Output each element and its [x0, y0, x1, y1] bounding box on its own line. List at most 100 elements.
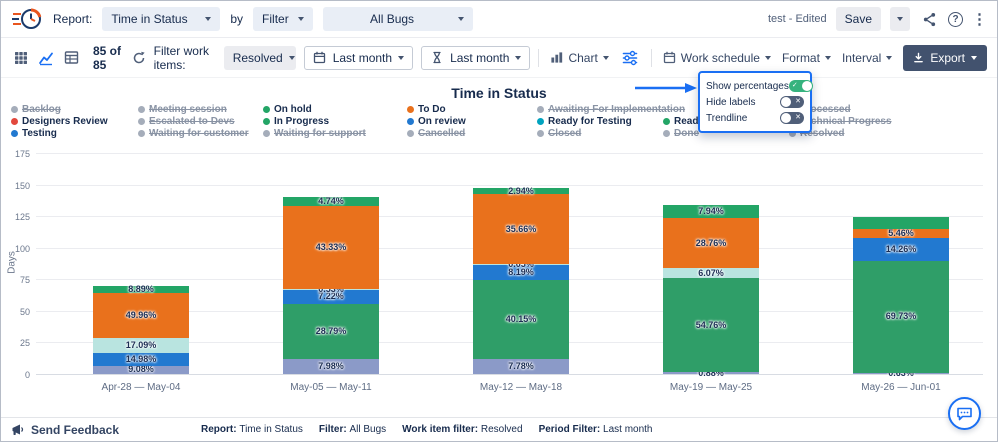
interval-label: Interval — [841, 50, 882, 65]
bar-segment-on_hold[interactable] — [853, 217, 949, 229]
toggle-on[interactable] — [788, 80, 813, 92]
bar-segment-in_progress[interactable]: 54.76% — [663, 278, 759, 373]
gridline — [36, 153, 983, 154]
legend-label: On hold — [274, 104, 312, 115]
period-select-timer[interactable]: Last month — [421, 45, 531, 70]
chat-widget-button[interactable] — [948, 397, 981, 430]
period-select-calendar[interactable]: Last month — [303, 45, 414, 70]
legend-dot — [263, 106, 270, 113]
bar-segment-testing[interactable]: 7.78% — [473, 358, 569, 374]
save-button[interactable]: Save — [835, 7, 881, 31]
export-button[interactable]: Export — [903, 44, 987, 71]
bar-segment-ready_for_testing[interactable]: 6.07% — [663, 267, 759, 279]
refresh-icon[interactable] — [132, 48, 146, 68]
saved-filter-select[interactable]: All Bugs — [323, 7, 474, 31]
legend-item[interactable]: Designers Review — [11, 116, 108, 127]
legend-item[interactable]: Ready for Testing — [537, 116, 632, 127]
chart-view-icon[interactable] — [36, 48, 56, 68]
legend-item[interactable]: On review — [407, 116, 466, 127]
legend-item[interactable]: Cancelled — [407, 128, 465, 139]
settings-menu-item[interactable]: Trendline — [706, 110, 804, 126]
bar-segment-testing[interactable]: 0.63% — [853, 368, 949, 377]
bar-segment-on_hold[interactable]: 7.94% — [663, 204, 759, 219]
save-options-button[interactable] — [890, 7, 910, 31]
legend-dot — [11, 130, 18, 137]
help-icon[interactable]: ? — [948, 11, 963, 27]
bar-segment-in_progress[interactable]: 69.73% — [853, 260, 949, 373]
legend-item[interactable]: Escalated to Devs — [138, 116, 235, 127]
settings-menu-item[interactable]: Show percentages — [706, 78, 813, 94]
bar-segment-testing[interactable]: 9.08% — [93, 365, 189, 374]
report-type-select[interactable]: Time in Status — [102, 7, 221, 31]
bar-segment-testing[interactable]: 7.98% — [283, 358, 379, 374]
legend-item[interactable]: Waiting for customer — [138, 128, 249, 139]
bar-segment-in_progress[interactable]: 40.15% — [473, 280, 569, 359]
stacked-bar[interactable]: 7.78%40.15%8.19%0.05%35.66%2.94% — [473, 186, 569, 374]
report-summary: Report: Time in Status Filter: All Bugs Wo… — [201, 424, 653, 435]
summary-item-value: Last month — [603, 424, 653, 435]
stacked-bar[interactable]: 0.63% 69.73% 14.26% 5.46% — [853, 217, 949, 377]
settings-menu-item[interactable]: Hide labels — [706, 94, 804, 110]
legend-label: In Progress — [274, 116, 330, 127]
format-dropdown[interactable]: Format — [782, 51, 831, 65]
stacked-bar[interactable]: 0.88% 54.76% 6.07% 28.76% 7.94% — [663, 204, 759, 377]
download-icon — [914, 52, 924, 62]
legend-item[interactable]: Awaiting For Implementation — [537, 104, 685, 115]
chevron-down-icon — [886, 55, 893, 60]
legend-item[interactable]: Backlog — [11, 104, 61, 115]
legend-item[interactable]: Done — [663, 128, 699, 139]
send-feedback-button[interactable]: Send Feedback — [11, 423, 119, 437]
bar-segment-to_do[interactable]: 5.46% — [853, 228, 949, 238]
bar-segment-on_hold[interactable]: 4.74% — [283, 197, 379, 207]
legend-item[interactable]: On hold — [263, 104, 312, 115]
legend-item[interactable]: To Do — [407, 104, 446, 115]
chart-type-dropdown[interactable]: Chart — [550, 51, 609, 65]
bar-segment-on_hold[interactable]: 8.89% — [93, 284, 189, 295]
legend-label: Awaiting For Implementation — [548, 104, 686, 115]
toggle-off[interactable] — [780, 96, 804, 108]
legend-item[interactable]: Meeting session — [138, 104, 227, 115]
app-logo-clock-icon — [11, 8, 43, 29]
bar-segment-on_review[interactable]: 14.98% — [93, 352, 189, 366]
filter-mode-select[interactable]: Filter — [253, 7, 314, 31]
legend-item[interactable]: Testing — [11, 128, 57, 139]
bar-segment-to_do[interactable]: 49.96% — [93, 293, 189, 338]
export-label: Export — [930, 50, 965, 65]
legend-item[interactable]: In Progress — [263, 116, 329, 127]
legend-item[interactable]: Closed — [537, 128, 581, 139]
share-icon[interactable] — [919, 9, 939, 29]
bar-segment-ready_for_testing[interactable]: 0.53% — [283, 285, 379, 294]
chat-bubble-icon — [957, 407, 972, 420]
bar-segment-to_do[interactable]: 43.33% — [283, 206, 379, 289]
bar-segment-ready_for_testing[interactable]: 17.09% — [93, 337, 189, 353]
legend-item[interactable]: Waiting for support — [263, 128, 366, 139]
bar-segment-on_review[interactable]: 14.26% — [853, 237, 949, 261]
summary-item: Report: Time in Status — [201, 424, 303, 435]
bar-segment-in_progress[interactable]: 28.79% — [283, 303, 379, 359]
bar-segment-testing[interactable]: 0.88% — [663, 368, 759, 377]
work-item-filter-select[interactable]: Resolved — [223, 45, 296, 70]
settings-menu-items: Show percentages Hide labels Trendline — [706, 78, 813, 126]
interval-dropdown[interactable]: Interval — [841, 50, 893, 65]
document-state: test - Edited — [767, 13, 827, 25]
stacked-bar[interactable]: 7.98% 28.79% 7.22% 0.53% 43.33% 4.74% — [283, 197, 379, 374]
grid-view-icon[interactable] — [11, 48, 31, 68]
saved-filter-value: All Bugs — [370, 12, 415, 26]
legend-dot — [263, 118, 270, 125]
more-menu-icon[interactable]: ⋮ — [972, 12, 987, 27]
legend-dot — [11, 106, 18, 113]
view-switcher — [11, 48, 81, 68]
chevron-down-icon — [288, 55, 295, 60]
bar-segment-to_do[interactable]: 28.76% — [663, 218, 759, 268]
stacked-bar[interactable]: 9.08% 14.98% 17.09% 49.96% 8.89% — [93, 284, 189, 374]
toggle-off[interactable] — [780, 112, 804, 124]
chart-settings-sliders-icon[interactable] — [620, 48, 640, 68]
table-view-icon[interactable] — [61, 48, 81, 68]
bar-segment-to_do[interactable]: 35.66% — [473, 194, 569, 264]
segment-percent-label: 8.89% — [128, 284, 154, 295]
work-schedule-dropdown[interactable]: Work schedule — [663, 51, 771, 65]
bar-segment-on_hold[interactable]: 2.94% — [473, 186, 569, 195]
segment-percent-label: 35.66% — [505, 223, 537, 234]
x-axis-label: May-26 — Jun-01 — [861, 382, 941, 393]
segment-percent-label: 40.15% — [505, 313, 537, 324]
